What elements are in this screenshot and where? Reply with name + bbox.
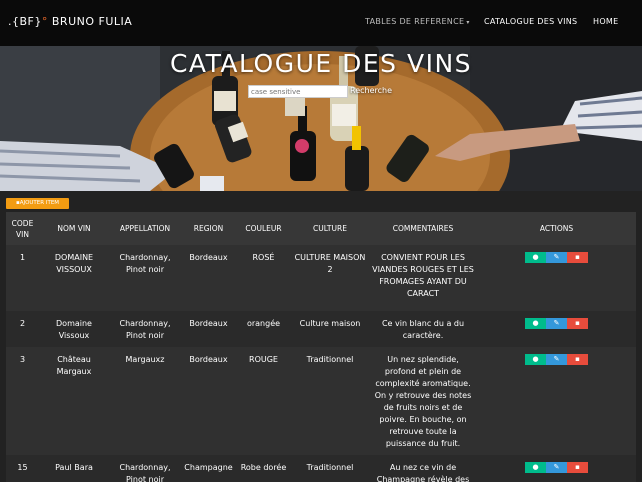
cell-commentaires: Au nez ce vin de Champagne révèle des (376, 463, 470, 482)
caret-down-icon: ▾ (466, 19, 470, 26)
trash-icon: ▪ (575, 319, 580, 327)
cell-nom: Paul Bara (55, 463, 93, 472)
eye-icon: ● (532, 463, 539, 471)
header-couleur[interactable]: COULEUR (236, 212, 291, 245)
cell-couleur: ROSÉ (252, 253, 275, 262)
navbar: .{BF}° BRUNO FULIA TABLES DE REFERENCE ▾ … (0, 0, 642, 46)
cell-actions: ● ✎ ▪ (477, 455, 636, 482)
search-input[interactable] (248, 85, 348, 98)
header-commentaires[interactable]: COMMENTAIRES (369, 212, 477, 245)
table-row: 1 DOMAINE VISSOUX Chardonnay, Pinot noir… (6, 245, 636, 311)
pencil-icon: ✎ (553, 319, 560, 327)
header-nom[interactable]: NOM VIN (39, 212, 109, 245)
page-title: CATALOGUE DES VINS (169, 49, 473, 78)
cell-couleur: ROUGE (249, 355, 278, 364)
pencil-icon: ✎ (553, 355, 560, 363)
edit-button[interactable]: ✎ (546, 354, 567, 365)
delete-button[interactable]: ▪ (567, 252, 588, 263)
trash-icon: ▪ (575, 253, 580, 261)
nav-tables-label: TABLES DE REFERENCE (365, 17, 465, 26)
view-button[interactable]: ● (525, 354, 546, 365)
table-row: 15 Paul Bara Chardonnay, Pinot noir Cham… (6, 455, 636, 482)
cell-appellation: Margauxz (125, 355, 165, 364)
brand-logo[interactable]: .{BF}° BRUNO FULIA (8, 15, 132, 28)
view-button[interactable]: ● (525, 252, 546, 263)
cell-appellation: Chardonnay, Pinot noir (119, 463, 171, 482)
cell-code: 3 (19, 355, 26, 364)
cell-couleur: Robe dorée (240, 463, 287, 472)
edit-button[interactable]: ✎ (546, 252, 567, 263)
cell-culture: Traditionnel (306, 463, 354, 472)
cell-culture: Traditionnel (306, 355, 354, 364)
wine-table: CODE VIN NOM VIN APPELLATION REGION COUL… (6, 212, 636, 482)
add-item-label: AJOUTER ITEM (19, 200, 60, 206)
pencil-icon: ✎ (553, 463, 560, 471)
cell-commentaires: Ce vin blanc du a du caractère. (381, 319, 465, 340)
eye-icon: ● (532, 319, 539, 327)
cell-code: 15 (17, 463, 28, 472)
eye-icon: ● (532, 355, 539, 363)
cell-nom: Château Margaux (56, 355, 92, 376)
cell-actions: ● ✎ ▪ (477, 311, 636, 347)
cell-region: Champagne (184, 463, 233, 472)
delete-button[interactable]: ▪ (567, 462, 588, 473)
cell-culture: CULTURE MAISON 2 (294, 253, 366, 274)
table-row: 3 Château Margaux Margauxz Bordeaux ROUG… (6, 347, 636, 455)
cell-actions: ● ✎ ▪ (477, 245, 636, 311)
header-code[interactable]: CODE VIN (6, 212, 39, 245)
brand-prefix: .{BF} (8, 15, 42, 28)
cell-nom: DOMAINE VISSOUX (54, 253, 94, 274)
cell-appellation: Chardonnay, Pinot noir (119, 253, 171, 274)
nav-home[interactable]: HOME (593, 17, 618, 26)
nav-tables-dropdown[interactable]: TABLES DE REFERENCE ▾ (365, 17, 470, 26)
cell-region: Bordeaux (189, 253, 228, 262)
pencil-icon: ✎ (553, 253, 560, 261)
eye-icon: ● (532, 253, 539, 261)
trash-icon: ▪ (575, 463, 580, 471)
add-item-button[interactable]: ▪AJOUTER ITEM (6, 198, 69, 209)
delete-button[interactable]: ▪ (567, 354, 588, 365)
cell-actions: ● ✎ ▪ (477, 347, 636, 455)
cell-region: Bordeaux (189, 355, 228, 364)
view-button[interactable]: ● (525, 318, 546, 329)
header-culture[interactable]: CULTURE (291, 212, 369, 245)
header-actions: ACTIONS (539, 224, 574, 233)
cell-region: Bordeaux (189, 319, 228, 328)
brand-name: BRUNO FULIA (51, 15, 133, 28)
delete-button[interactable]: ▪ (567, 318, 588, 329)
cell-code: 1 (19, 253, 26, 262)
view-button[interactable]: ● (525, 462, 546, 473)
cell-couleur: orangée (246, 319, 281, 328)
trash-icon: ▪ (575, 355, 580, 363)
edit-button[interactable]: ✎ (546, 318, 567, 329)
search-button[interactable]: Recherche (350, 86, 392, 95)
cell-commentaires: CONVIENT POUR LES VIANDES ROUGES ET LES … (372, 253, 474, 298)
brand-dot: ° (41, 15, 48, 28)
header-region[interactable]: REGION (181, 212, 236, 245)
hero-banner: CATALOGUE DES VINS Recherche (0, 46, 642, 191)
header-appellation[interactable]: APPELLATION (109, 212, 181, 245)
table-row: 2 Domaine Vissoux Chardonnay, Pinot noir… (6, 311, 636, 347)
cell-culture: Culture maison (299, 319, 361, 328)
edit-button[interactable]: ✎ (546, 462, 567, 473)
nav-catalogue[interactable]: CATALOGUE DES VINS (484, 17, 577, 26)
table-header: CODE VIN NOM VIN APPELLATION REGION COUL… (6, 212, 636, 245)
cell-appellation: Chardonnay, Pinot noir (119, 319, 171, 340)
cell-code: 2 (19, 319, 26, 328)
cell-nom: Domaine Vissoux (56, 319, 92, 340)
cell-commentaires: Un nez splendide, profond et plein de co… (374, 355, 472, 448)
